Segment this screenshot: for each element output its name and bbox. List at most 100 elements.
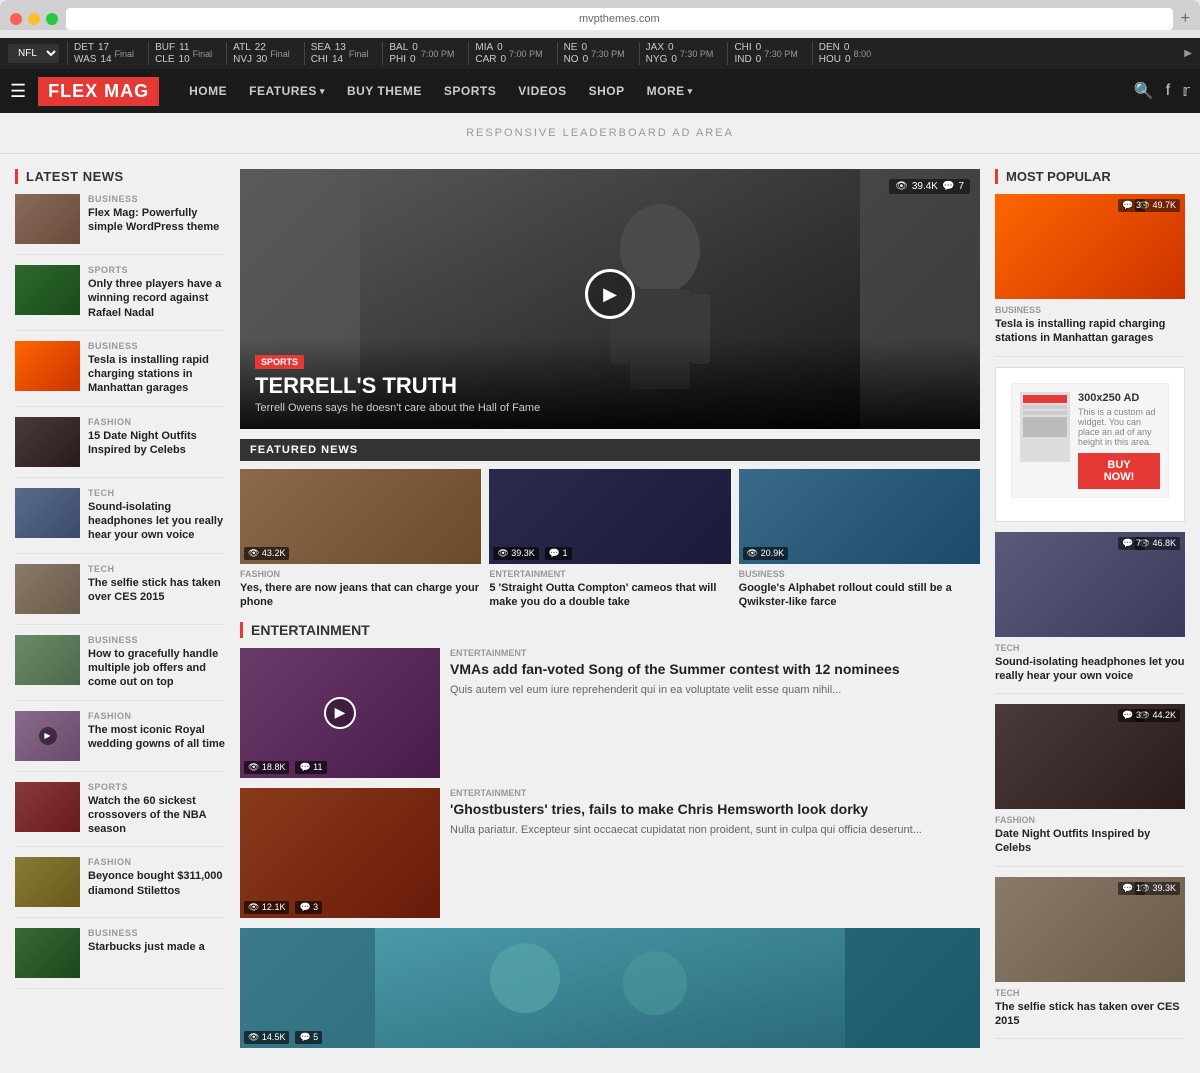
list-item[interactable]: 👁 39.3K 💬 1 ENTERTAINMENT 5 'Straight Ou… bbox=[489, 469, 730, 610]
ent-stats: 👁 18.8K 💬 11 bbox=[244, 761, 327, 774]
score-item: BUF11CLE10Final bbox=[148, 42, 218, 65]
list-item[interactable]: 👁 20.9K BUSINESS Google's Alphabet rollo… bbox=[739, 469, 980, 610]
score-item: NE0NO07:30 PM bbox=[557, 42, 631, 65]
ent-title[interactable]: 'Ghostbusters' tries, fails to make Chri… bbox=[450, 801, 980, 818]
scores-bar: NFL DET17WAS14Final BUF11CLE10Final ATL2… bbox=[0, 38, 1200, 69]
featured-stats: 👁 39.3K 💬 1 bbox=[493, 547, 571, 560]
hamburger-menu[interactable]: ☰ bbox=[10, 81, 26, 102]
news-title: Beyonce bought $311,000 diamond Stiletto… bbox=[88, 869, 225, 898]
nav-features[interactable]: FEATURES ▾ bbox=[239, 69, 335, 113]
score-item: BAL0PHI07:00 PM bbox=[382, 42, 460, 65]
popular-thumbnail: 👁 49.7K 💬 3 bbox=[995, 194, 1185, 299]
nav-shop[interactable]: SHOP bbox=[579, 69, 635, 113]
chevron-down-icon: ▾ bbox=[688, 86, 693, 97]
popular-thumbnail: 👁 46.8K 💬 7 bbox=[995, 532, 1185, 637]
list-item[interactable]: TECH Sound-isolating headphones let you … bbox=[15, 488, 225, 554]
news-item-thumbnail bbox=[15, 635, 80, 685]
view-badge: 👁 43.2K bbox=[244, 547, 289, 560]
ad-mockup: 300x250 AD This is a custom ad widget. Y… bbox=[1011, 383, 1169, 498]
featured-category: ENTERTAINMENT bbox=[489, 569, 730, 579]
list-item[interactable]: 👁 39.3K 💬 1 TECH The selfie stick has ta… bbox=[995, 877, 1185, 1040]
comment-badge: 💬 11 bbox=[295, 761, 326, 774]
featured-stats: 👁 43.2K bbox=[244, 547, 289, 560]
news-category: BUSINESS bbox=[88, 928, 225, 938]
featured-thumbnail: 👁 43.2K bbox=[240, 469, 481, 564]
address-bar[interactable]: mvpthemes.com bbox=[66, 8, 1173, 30]
list-item[interactable]: BUSINESS Flex Mag: Powerfully simple Wor… bbox=[15, 194, 225, 255]
maximize-button[interactable] bbox=[46, 13, 58, 25]
league-select[interactable]: NFL bbox=[8, 44, 59, 63]
close-button[interactable] bbox=[10, 13, 22, 25]
popular-category: TECH bbox=[995, 643, 1185, 653]
list-item[interactable]: SPORTS Watch the 60 sickest crossovers o… bbox=[15, 782, 225, 848]
search-icon[interactable]: 🔍 bbox=[1134, 81, 1154, 101]
featured-category: FASHION bbox=[240, 569, 481, 579]
ad-buy-button[interactable]: BUY NOW! bbox=[1078, 453, 1160, 489]
comment-badge: 💬 1 bbox=[545, 547, 572, 560]
list-item[interactable]: 👁 46.8K 💬 7 TECH Sound-isolating headpho… bbox=[995, 532, 1185, 695]
list-item[interactable]: 👁 43.2K FASHION Yes, there are now jeans… bbox=[240, 469, 481, 610]
latest-news-sidebar: LATEST NEWS BUSINESS Flex Mag: Powerfull… bbox=[15, 169, 225, 1058]
featured-category: BUSINESS bbox=[739, 569, 980, 579]
list-item[interactable]: ▶ FASHION The most iconic Royal wedding … bbox=[15, 711, 225, 772]
comment-badge: 💬 5 bbox=[295, 1031, 322, 1044]
hero-stats: 👁 39.4K 💬 7 bbox=[889, 179, 970, 194]
popular-title: Date Night Outfits Inspired by Celebs bbox=[995, 827, 1185, 856]
list-item[interactable]: BUSINESS How to gracefully handle multip… bbox=[15, 635, 225, 701]
score-item: DEN0HOU08:00 bbox=[812, 42, 877, 65]
news-category: SPORTS bbox=[88, 265, 225, 275]
entertainment-thumbnail: 👁 14.5K 💬 5 bbox=[240, 928, 980, 1048]
news-category: TECH bbox=[88, 488, 225, 498]
featured-title: Yes, there are now jeans that can charge… bbox=[240, 581, 481, 610]
list-item[interactable]: 👁 49.7K 💬 3 BUSINESS Tesla is installing… bbox=[995, 194, 1185, 357]
news-item-content: BUSINESS Tesla is installing rapid charg… bbox=[88, 341, 225, 396]
popular-thumbnail: 👁 39.3K 💬 1 bbox=[995, 877, 1185, 982]
ad-size-label: 300x250 AD bbox=[1078, 392, 1160, 404]
news-category: FASHION bbox=[88, 417, 225, 427]
news-title: Sound-isolating headphones let you reall… bbox=[88, 500, 225, 543]
featured-thumbnail: 👁 39.3K 💬 1 bbox=[489, 469, 730, 564]
main-navigation: ☰ FLEX MAG HOME FEATURES ▾ BUY THEME SPO… bbox=[0, 69, 1200, 113]
nav-more[interactable]: MORE ▾ bbox=[637, 69, 703, 113]
play-button[interactable]: ▶ bbox=[585, 269, 635, 319]
ent-excerpt: Quis autem vel eum iure reprehenderit qu… bbox=[450, 682, 980, 699]
list-item[interactable]: 👁 14.5K 💬 5 bbox=[240, 928, 980, 1048]
list-item[interactable]: FASHION Beyonce bought $311,000 diamond … bbox=[15, 857, 225, 918]
new-tab-button[interactable]: + bbox=[1181, 10, 1190, 28]
facebook-icon[interactable]: f bbox=[1166, 82, 1170, 100]
entertainment-content: ENTERTAINMENT VMAs add fan-voted Song of… bbox=[450, 648, 980, 778]
minimize-button[interactable] bbox=[28, 13, 40, 25]
list-item[interactable]: FASHION 15 Date Night Outfits Inspired b… bbox=[15, 417, 225, 478]
site-logo[interactable]: FLEX MAG bbox=[38, 77, 159, 106]
twitter-icon[interactable]: 𝕣 bbox=[1182, 81, 1190, 101]
news-title: Starbucks just made a bbox=[88, 940, 225, 954]
play-icon: ▶ bbox=[324, 697, 356, 729]
list-item[interactable]: 👁 18.8K 💬 11 ▶ ENTERTAINMENT VMAs add fa… bbox=[240, 648, 980, 778]
latest-news-title: LATEST NEWS bbox=[15, 169, 225, 184]
list-item[interactable]: 👁 12.1K 💬 3 ENTERTAINMENT 'Ghostbusters'… bbox=[240, 788, 980, 918]
popular-thumbnail: 👁 44.2K 💬 3 bbox=[995, 704, 1185, 809]
popular-title: Sound-isolating headphones let you reall… bbox=[995, 655, 1185, 684]
featured-title: Google's Alphabet rollout could still be… bbox=[739, 581, 980, 610]
hero-article[interactable]: 👁 39.4K 💬 7 ▶ SPORTS TERRELL'S TRUTH Ter… bbox=[240, 169, 980, 429]
entertainment-thumbnail: 👁 18.8K 💬 11 ▶ bbox=[240, 648, 440, 778]
nav-sports[interactable]: SPORTS bbox=[434, 69, 506, 113]
nav-home[interactable]: HOME bbox=[179, 69, 237, 113]
news-item-content: SPORTS Only three players have a winning… bbox=[88, 265, 225, 320]
hero-subtitle: Terrell Owens says he doesn't care about… bbox=[255, 402, 965, 414]
featured-news-label: FEATURED NEWS bbox=[240, 439, 980, 461]
list-item[interactable]: BUSINESS Starbucks just made a bbox=[15, 928, 225, 989]
list-item[interactable]: 👁 44.2K 💬 3 FASHION Date Night Outfits I… bbox=[995, 704, 1185, 867]
news-item-content: FASHION The most iconic Royal wedding go… bbox=[88, 711, 225, 761]
comment-badge: 💬 3 bbox=[1118, 709, 1145, 722]
ent-title[interactable]: VMAs add fan-voted Song of the Summer co… bbox=[450, 661, 980, 678]
scores-nav-right[interactable]: ▶ bbox=[1184, 48, 1192, 59]
list-item[interactable]: SPORTS Only three players have a winning… bbox=[15, 265, 225, 331]
nav-videos[interactable]: VIDEOS bbox=[508, 69, 576, 113]
nav-icons: 🔍 f 𝕣 bbox=[1134, 81, 1190, 101]
news-item-content: BUSINESS Starbucks just made a bbox=[88, 928, 225, 978]
nav-buy-theme[interactable]: BUY THEME bbox=[337, 69, 432, 113]
list-item[interactable]: BUSINESS Tesla is installing rapid charg… bbox=[15, 341, 225, 407]
list-item[interactable]: TECH The selfie stick has taken over CES… bbox=[15, 564, 225, 625]
view-badge: 👁 14.5K bbox=[244, 1031, 289, 1044]
